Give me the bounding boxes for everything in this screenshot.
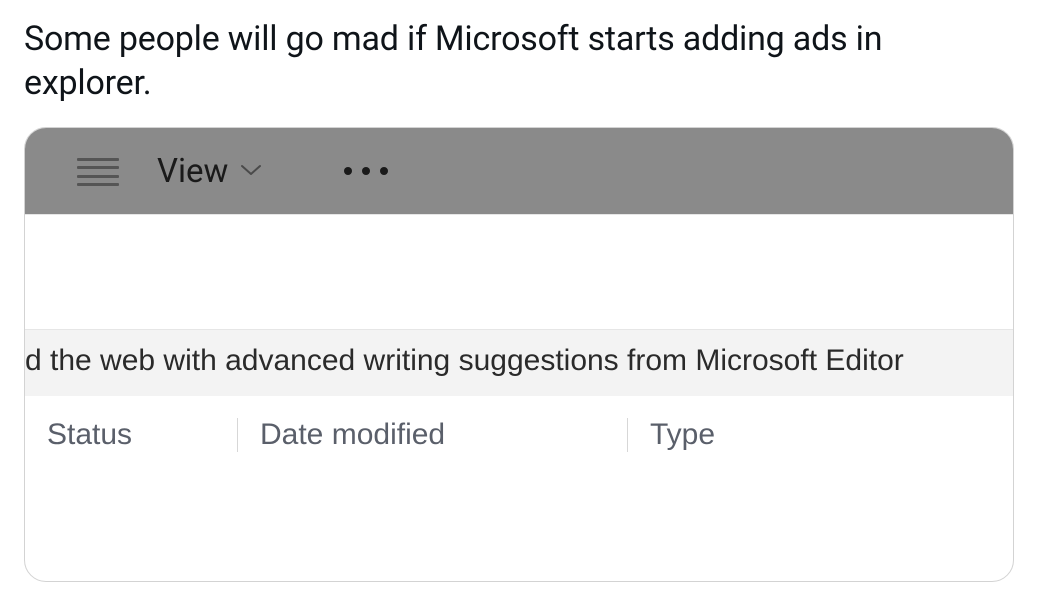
tweet-text: Some people will go mad if Microsoft sta…	[24, 18, 1014, 105]
dot-icon	[380, 167, 388, 175]
ad-banner: d the web with advanced writing suggesti…	[25, 330, 1013, 396]
dot-icon	[362, 167, 370, 175]
column-header-status[interactable]: Status	[25, 418, 238, 452]
blank-area	[25, 214, 1013, 330]
explorer-toolbar: View	[25, 128, 1013, 214]
column-headers: Status Date modified Type	[25, 396, 1013, 470]
hamburger-icon[interactable]	[77, 156, 119, 187]
dot-icon	[344, 167, 352, 175]
view-button[interactable]: View	[157, 152, 262, 191]
tweet-container: Some people will go mad if Microsoft sta…	[0, 18, 1038, 582]
column-header-type[interactable]: Type	[628, 418, 1013, 452]
view-button-label: View	[157, 152, 228, 191]
column-header-date-modified[interactable]: Date modified	[238, 418, 628, 452]
explorer-screenshot: View d the web with advanced writing sug…	[24, 127, 1014, 582]
chevron-down-icon	[240, 163, 262, 177]
more-button[interactable]	[344, 167, 388, 175]
